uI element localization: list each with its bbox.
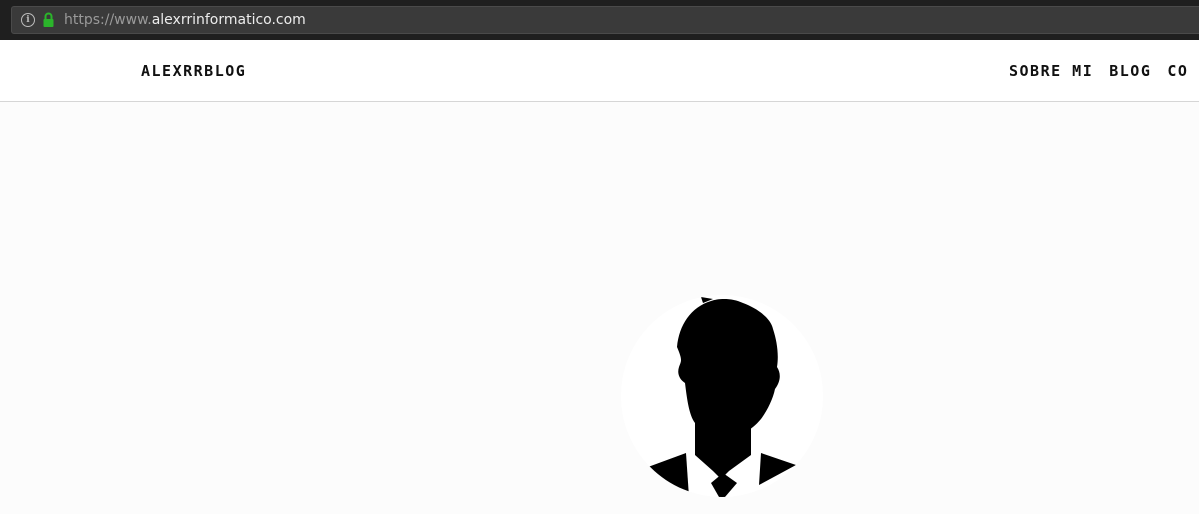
address-bar[interactable]: i https://www.alexrrinformatico.com (11, 6, 1199, 34)
url-prefix: https://www. (64, 12, 152, 28)
main-nav: SOBRE MI BLOG CO (1009, 62, 1199, 81)
lock-icon[interactable] (42, 12, 55, 33)
nav-link-sobre-mi[interactable]: SOBRE MI (1009, 62, 1093, 80)
url-domain: alexrrinformatico.com (151, 12, 306, 28)
url-text[interactable]: https://www.alexrrinformatico.com (64, 12, 306, 28)
nav-link-blog[interactable]: BLOG (1109, 62, 1151, 80)
site-header: ALEXRRBLOG SOBRE MI BLOG CO (0, 40, 1199, 102)
person-silhouette-icon (648, 297, 796, 497)
site-logo-link[interactable]: ALEXRRBLOG (141, 62, 246, 80)
hero-section (0, 102, 1199, 514)
browser-toolbar: i https://www.alexrrinformatico.com (0, 0, 1199, 40)
profile-avatar (621, 295, 823, 497)
nav-link-contacto[interactable]: CO (1167, 62, 1188, 80)
info-icon[interactable]: i (21, 13, 35, 27)
